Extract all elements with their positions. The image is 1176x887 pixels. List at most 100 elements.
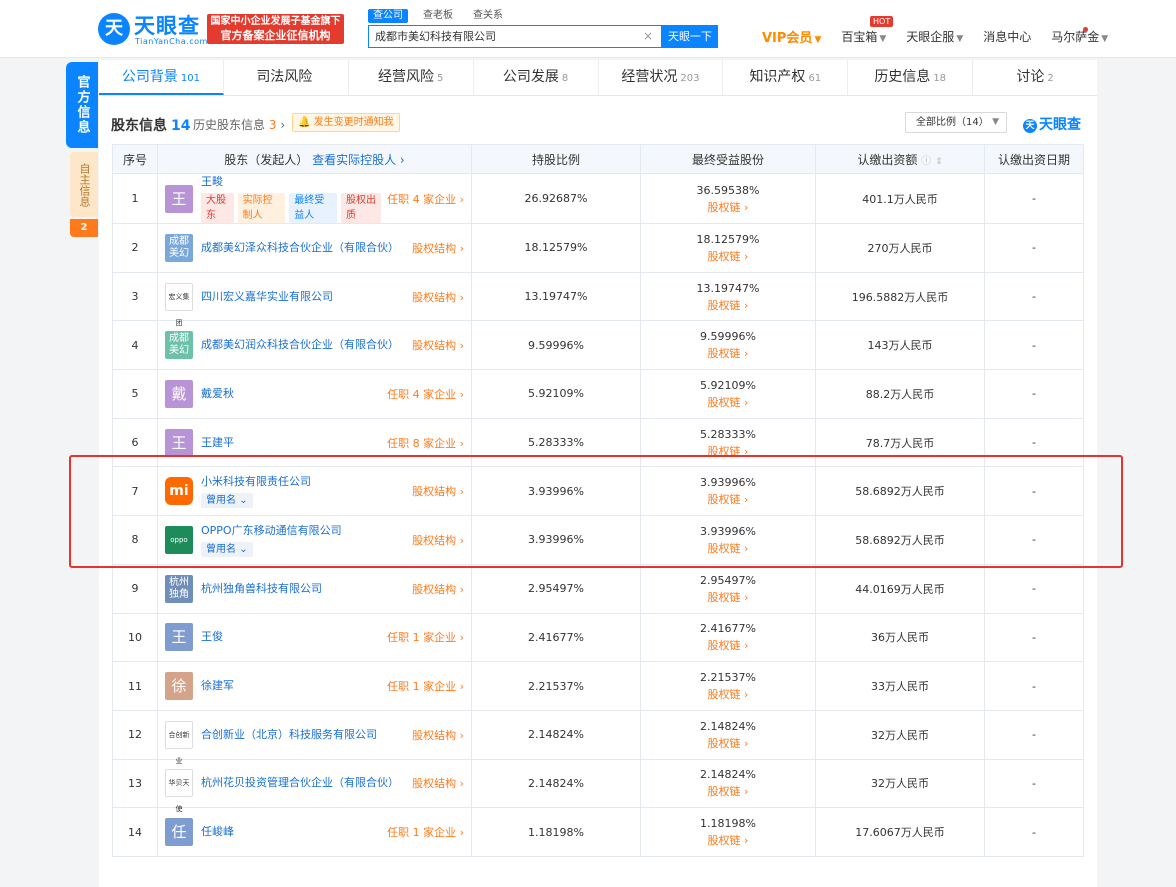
- nav-toolbox[interactable]: 百宝箱 ▼: [841, 28, 886, 46]
- equity-chain-link[interactable]: 股权链 ›: [641, 394, 815, 410]
- shareholder-name[interactable]: 任峻峰: [201, 824, 381, 840]
- shareholder-side-link[interactable]: 任职 1 家企业 ›: [387, 824, 464, 840]
- shareholder-side-link[interactable]: 股权结构 ›: [412, 581, 464, 597]
- shareholder-name[interactable]: 徐建军: [201, 678, 381, 694]
- shareholder-name[interactable]: 成都美幻润众科技合伙企业（有限合伙）: [201, 337, 406, 353]
- view-controller-link[interactable]: 查看实际控股人 ›: [312, 153, 405, 167]
- col-benefit: 最终受益股份: [640, 144, 816, 174]
- clear-icon[interactable]: ×: [643, 26, 653, 47]
- cell-date: -: [984, 271, 1084, 322]
- history-shareholders-link[interactable]: 历史股东信息 3 ›: [193, 116, 285, 133]
- person-avatar[interactable]: 王: [165, 623, 193, 652]
- shareholder-name[interactable]: 王俊: [201, 629, 381, 645]
- company-logo-icon[interactable]: 合创新业: [165, 720, 193, 765]
- search-input[interactable]: 成都市美幻科技有限公司 ×: [368, 25, 662, 48]
- equity-chain-link[interactable]: 股权链 ›: [641, 686, 815, 702]
- company-avatar[interactable]: 成都美幻: [165, 331, 193, 360]
- benefit-value: 2.14824%: [700, 768, 756, 782]
- tab-count: 203: [680, 73, 700, 84]
- person-avatar[interactable]: 徐: [165, 672, 193, 701]
- shareholder-name[interactable]: 王畯: [201, 174, 381, 190]
- shareholder-cell: 成都美幻 成都美幻泽众科技合伙企业（有限合伙） 股权结构 ›: [158, 233, 471, 262]
- company-logo-icon[interactable]: 宏义集团: [165, 282, 193, 327]
- tab-7[interactable]: 讨论 2: [973, 60, 1097, 95]
- equity-chain-link[interactable]: 股权链 ›: [641, 783, 815, 799]
- nav-vip-label: VIP会员: [762, 31, 813, 46]
- shareholder-name[interactable]: 合创新业（北京）科技服务有限公司: [201, 727, 406, 743]
- shareholder-info: 成都美幻润众科技合伙企业（有限合伙）: [201, 337, 406, 353]
- tab-2[interactable]: 经营风险 5: [349, 60, 474, 95]
- search-tab-boss[interactable]: 查老板: [418, 9, 458, 23]
- cell-no: 11: [112, 661, 158, 711]
- equity-chain-link[interactable]: 股权链 ›: [641, 589, 815, 605]
- tab-3[interactable]: 公司发展 8: [474, 60, 599, 95]
- equity-chain-link[interactable]: 股权链 ›: [641, 297, 815, 313]
- tab-6[interactable]: 历史信息 18: [848, 60, 974, 95]
- shareholder-name[interactable]: 杭州花贝投资管理合伙企业（有限合伙）: [201, 775, 406, 791]
- search-tab-company[interactable]: 查公司: [368, 9, 408, 23]
- person-avatar[interactable]: 王: [165, 184, 193, 213]
- person-avatar[interactable]: 戴: [165, 379, 193, 408]
- cell-date: -: [984, 612, 1084, 663]
- shareholder-name[interactable]: 戴爱秋: [201, 386, 381, 402]
- tab-count: 101: [180, 73, 200, 84]
- cell-amount: 196.5882万人民币: [815, 271, 985, 322]
- nav-vip[interactable]: VIP会员 ▼: [762, 27, 821, 46]
- tianyancha-logo-icon[interactable]: 天: [98, 13, 130, 45]
- equity-chain-link[interactable]: 股权链 ›: [641, 345, 815, 361]
- chevron-right-icon: ›: [744, 395, 749, 409]
- side-tab-official[interactable]: 官方信息: [66, 62, 98, 148]
- tab-5[interactable]: 知识产权 61: [723, 60, 849, 95]
- help-icon[interactable]: ⓘ: [921, 156, 931, 167]
- tab-1[interactable]: 司法风险: [224, 60, 349, 95]
- equity-chain-link[interactable]: 股权链 ›: [641, 735, 815, 751]
- search-tab-relation[interactable]: 查关系: [468, 9, 508, 23]
- shareholder-name[interactable]: 杭州独角兽科技有限公司: [201, 581, 406, 597]
- equity-chain-link[interactable]: 股权链 ›: [641, 248, 815, 264]
- shareholder-side-link[interactable]: 任职 4 家企业 ›: [387, 386, 464, 402]
- shareholder-side-link[interactable]: 股权结构 ›: [412, 337, 464, 353]
- cell-shareholder: 王王畯 大股东 实际控制人 最终受益人 股权出质 任职 4 家企业 ›: [157, 173, 472, 224]
- benefit-value: 5.92109%: [700, 378, 756, 392]
- cell-ratio: 2.41677%: [471, 612, 641, 663]
- shareholder-side-link[interactable]: 任职 1 家企业 ›: [387, 629, 464, 645]
- tab-4[interactable]: 经营状况 203: [599, 60, 724, 95]
- nav-user[interactable]: 马尔萨金 ▼: [1051, 28, 1108, 46]
- equity-chain-link[interactable]: 股权链 ›: [641, 199, 815, 215]
- col-amount[interactable]: 认缴出资额 ⓘ ⇕: [815, 144, 985, 174]
- cell-amount: 33万人民币: [815, 661, 985, 711]
- tab-0[interactable]: 公司背景 101: [99, 60, 224, 95]
- chevron-down-icon: ▼: [956, 34, 964, 44]
- person-avatar[interactable]: 王: [165, 428, 193, 457]
- shareholder-name[interactable]: 四川宏义嘉华实业有限公司: [201, 289, 406, 305]
- equity-chain-link[interactable]: 股权链 ›: [641, 637, 815, 653]
- company-logo-icon[interactable]: 华贝天使: [165, 769, 193, 813]
- nav-services[interactable]: 天眼企服 ▼: [906, 28, 963, 46]
- shareholder-side-link[interactable]: 股权结构 ›: [412, 727, 464, 743]
- logo-text[interactable]: 天眼查: [134, 10, 200, 40]
- shareholder-name[interactable]: 王建平: [201, 435, 381, 451]
- notify-change-button[interactable]: 🔔 发生变更时通知我: [292, 113, 400, 132]
- equity-chain-link[interactable]: 股权链 ›: [641, 832, 815, 848]
- shareholder-name[interactable]: 成都美幻泽众科技合伙企业（有限合伙）: [201, 240, 406, 256]
- benefit-value: 9.59996%: [700, 330, 756, 344]
- benefit-value: 2.41677%: [700, 622, 756, 636]
- nav-messages[interactable]: 消息中心: [983, 28, 1031, 46]
- side-tab-self[interactable]: 自主信息: [70, 152, 98, 217]
- shareholder-side-link[interactable]: 任职 8 家企业 ›: [387, 435, 464, 451]
- shareholder-side-link[interactable]: 股权结构 ›: [412, 240, 464, 256]
- person-avatar[interactable]: 任: [165, 818, 193, 847]
- chevron-right-icon: ›: [459, 241, 464, 255]
- company-avatar[interactable]: 杭州独角: [165, 574, 193, 603]
- tab-count: 8: [561, 73, 569, 84]
- company-avatar[interactable]: 成都美幻: [165, 233, 193, 262]
- shareholder-side-link[interactable]: 任职 1 家企业 ›: [387, 678, 464, 694]
- cell-amount: 36万人民币: [815, 612, 985, 663]
- search-button[interactable]: 天眼一下: [662, 25, 718, 48]
- sort-icon[interactable]: ⇕: [935, 157, 943, 167]
- ratio-filter-select[interactable]: 全部比例（14） ▼: [905, 112, 1007, 133]
- tab-count: 2: [1047, 73, 1054, 84]
- shareholder-side-link[interactable]: 任职 4 家企业 ›: [387, 191, 464, 207]
- shareholder-side-link[interactable]: 股权结构 ›: [412, 775, 464, 791]
- shareholder-side-link[interactable]: 股权结构 ›: [412, 289, 464, 305]
